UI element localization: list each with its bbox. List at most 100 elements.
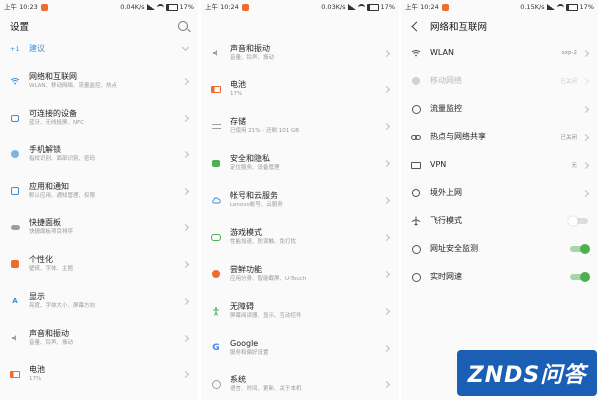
chevron-right-icon	[382, 380, 391, 388]
settings-item-google[interactable]: G Google 服务和偏好设置	[201, 335, 399, 361]
chevron-right-icon	[581, 49, 590, 57]
chevron-right-icon	[382, 85, 391, 93]
search-icon[interactable]	[178, 21, 188, 31]
speaker-icon	[211, 48, 221, 58]
chevron-right-icon	[382, 196, 391, 204]
page-title: 网络和互联网	[430, 22, 488, 33]
battery-level: 17%	[579, 3, 594, 11]
suggestions-label: 建议	[29, 44, 45, 53]
chevron-right-icon	[581, 189, 590, 197]
settings-item-security[interactable]: 安全和隐私 定位服务、设备管理	[201, 150, 399, 176]
settings-item-storage[interactable]: 存储 已使用 21% - 还剩 101 GB	[201, 113, 399, 139]
network-speed: 0.03K/s	[321, 3, 346, 11]
signal-icon	[347, 4, 356, 10]
item-label: VPN	[430, 160, 447, 169]
settings-panel-scrolled: 上午 10:24 0.03K/s 17% 声音和振动 音量、铃声、振动 电池 17% …	[201, 0, 399, 400]
globe-icon	[411, 244, 421, 254]
cloud-icon	[211, 195, 221, 205]
wifi-icon	[10, 76, 20, 86]
network-item-hotspot[interactable]: 热点与网络共享 已关闭	[401, 126, 598, 148]
airplane-mode-toggle[interactable]	[568, 216, 588, 226]
settings-item-apps[interactable]: 应用和通知 默认应用、通知管理、权限	[0, 178, 198, 204]
settings-item-sound[interactable]: 声音和振动 音量、铃声、振动	[201, 40, 399, 66]
chevron-right-icon	[181, 150, 190, 158]
settings-item-game-mode[interactable]: 游戏模式 性能加速、防误触、免打扰	[201, 224, 399, 250]
page-title: 设置	[10, 22, 30, 33]
settings-item-account[interactable]: 帐号和云服务 Lenovo帐号、云服务	[201, 187, 399, 213]
chevron-down-icon	[181, 43, 190, 52]
item-label: 快捷面板	[29, 218, 61, 227]
settings-item-quick-panel[interactable]: 快捷面板 快捷面板项目排序	[0, 214, 198, 240]
settings-item-personalize[interactable]: 个性化 壁纸、字体、主题	[0, 251, 198, 277]
battery-level: 17%	[179, 3, 194, 11]
settings-item-battery[interactable]: 电池 17%	[0, 361, 198, 387]
chevron-right-icon	[181, 334, 190, 342]
item-subtitle: 亮度、字体大小、屏幕方向	[29, 303, 96, 309]
network-item-wlan[interactable]: WLAN xxp-2	[401, 42, 598, 64]
network-item-data-usage[interactable]: 流量监控	[401, 98, 598, 120]
back-arrow-icon[interactable]	[411, 21, 422, 31]
settings-item-unlock[interactable]: 手机解锁 指纹识别、面部识别、密码	[0, 141, 198, 167]
battery-icon	[565, 3, 578, 11]
settings-item-system[interactable]: 系统 语言、时间、更新、关于本机	[201, 371, 399, 397]
toggle-panel-icon	[10, 222, 20, 232]
item-subtitle: 已使用 21% - 还剩 101 GB	[230, 128, 299, 134]
status-bar: 上午 10:24 0.15K/s 17%	[401, 0, 598, 14]
notification-icon	[40, 3, 48, 11]
settings-item-network[interactable]: 网络和互联网 WLAN、移动网络、流量监控、热点	[0, 68, 198, 94]
status-bar: 上午 10:24 0.03K/s 17%	[201, 0, 399, 14]
item-value: 已关闭	[560, 79, 577, 85]
suggestions-row[interactable]: +1 建议	[0, 40, 198, 58]
item-label: 移动网络	[430, 76, 462, 85]
settings-item-devices[interactable]: 可连接的设备 蓝牙、无线投屏、NFC	[0, 105, 198, 131]
link-icon	[411, 132, 421, 142]
network-item-roaming[interactable]: 境外上网	[401, 182, 598, 204]
network-speed: 0.15K/s	[520, 3, 545, 11]
url-security-toggle[interactable]	[570, 244, 590, 254]
item-label: 流量监控	[430, 104, 462, 113]
signal-icon	[146, 4, 155, 10]
item-value: xxp-2	[561, 50, 578, 56]
wifi-status-icon	[556, 3, 564, 11]
network-item-live-speed[interactable]: 实时网速	[401, 266, 598, 288]
item-label: 热点与网络共享	[430, 132, 486, 141]
wallpaper-icon	[10, 259, 20, 269]
notification-icon	[241, 3, 249, 11]
item-subtitle: 17%	[29, 376, 42, 382]
item-subtitle: 音量、铃声、振动	[230, 55, 275, 61]
item-label: 电池	[29, 365, 45, 374]
status-time: 上午 10:24	[405, 3, 439, 11]
signal-icon	[546, 4, 555, 10]
data-usage-icon	[411, 104, 421, 114]
network-item-url-security[interactable]: 网址安全监测	[401, 238, 598, 260]
settings-item-labs[interactable]: 尝鲜功能 应用分身、智能截屏、U-Touch	[201, 261, 399, 287]
wifi-status-icon	[156, 3, 164, 11]
settings-item-accessibility[interactable]: 无障碍 屏幕阅读器、显示、互动控件	[201, 298, 399, 324]
status-bar: 上午 10:23 0.04K/s 17%	[0, 0, 198, 14]
title-bar: 网络和互联网	[401, 14, 598, 38]
settings-item-battery[interactable]: 电池 17%	[201, 76, 399, 102]
settings-panel-main: 上午 10:23 0.04K/s 17% 设置 +1 建议 网络和互联网 WLAN、…	[0, 0, 198, 400]
chevron-right-icon	[581, 77, 590, 85]
network-item-vpn[interactable]: VPN 无	[401, 154, 598, 176]
wifi-status-icon	[357, 3, 365, 11]
item-label: 帐号和云服务	[230, 191, 278, 200]
item-label: 电池	[230, 80, 246, 89]
chevron-right-icon	[181, 260, 190, 268]
live-speed-toggle[interactable]	[570, 272, 590, 282]
item-label: 应用和通知	[29, 182, 69, 191]
watermark-logo: ZNDS问答	[457, 350, 597, 396]
item-label: 网络和互联网	[29, 72, 77, 81]
chevron-right-icon	[382, 344, 391, 352]
settings-item-sound[interactable]: 声音和振动 音量、铃声、振动	[0, 325, 198, 351]
battery-icon	[366, 3, 379, 11]
item-subtitle: 音量、铃声、振动	[29, 340, 74, 346]
settings-item-display[interactable]: A 显示 亮度、字体大小、屏幕方向	[0, 288, 198, 314]
item-subtitle: 语言、时间、更新、关于本机	[230, 386, 302, 392]
battery-settings-icon	[10, 369, 20, 379]
network-item-mobile: 移动网络 已关闭	[401, 70, 598, 92]
network-item-airplane[interactable]: 飞行模式	[401, 210, 598, 232]
chevron-right-icon	[382, 49, 391, 57]
item-subtitle: 蓝牙、无线投屏、NFC	[29, 120, 85, 126]
chevron-right-icon	[181, 297, 190, 305]
